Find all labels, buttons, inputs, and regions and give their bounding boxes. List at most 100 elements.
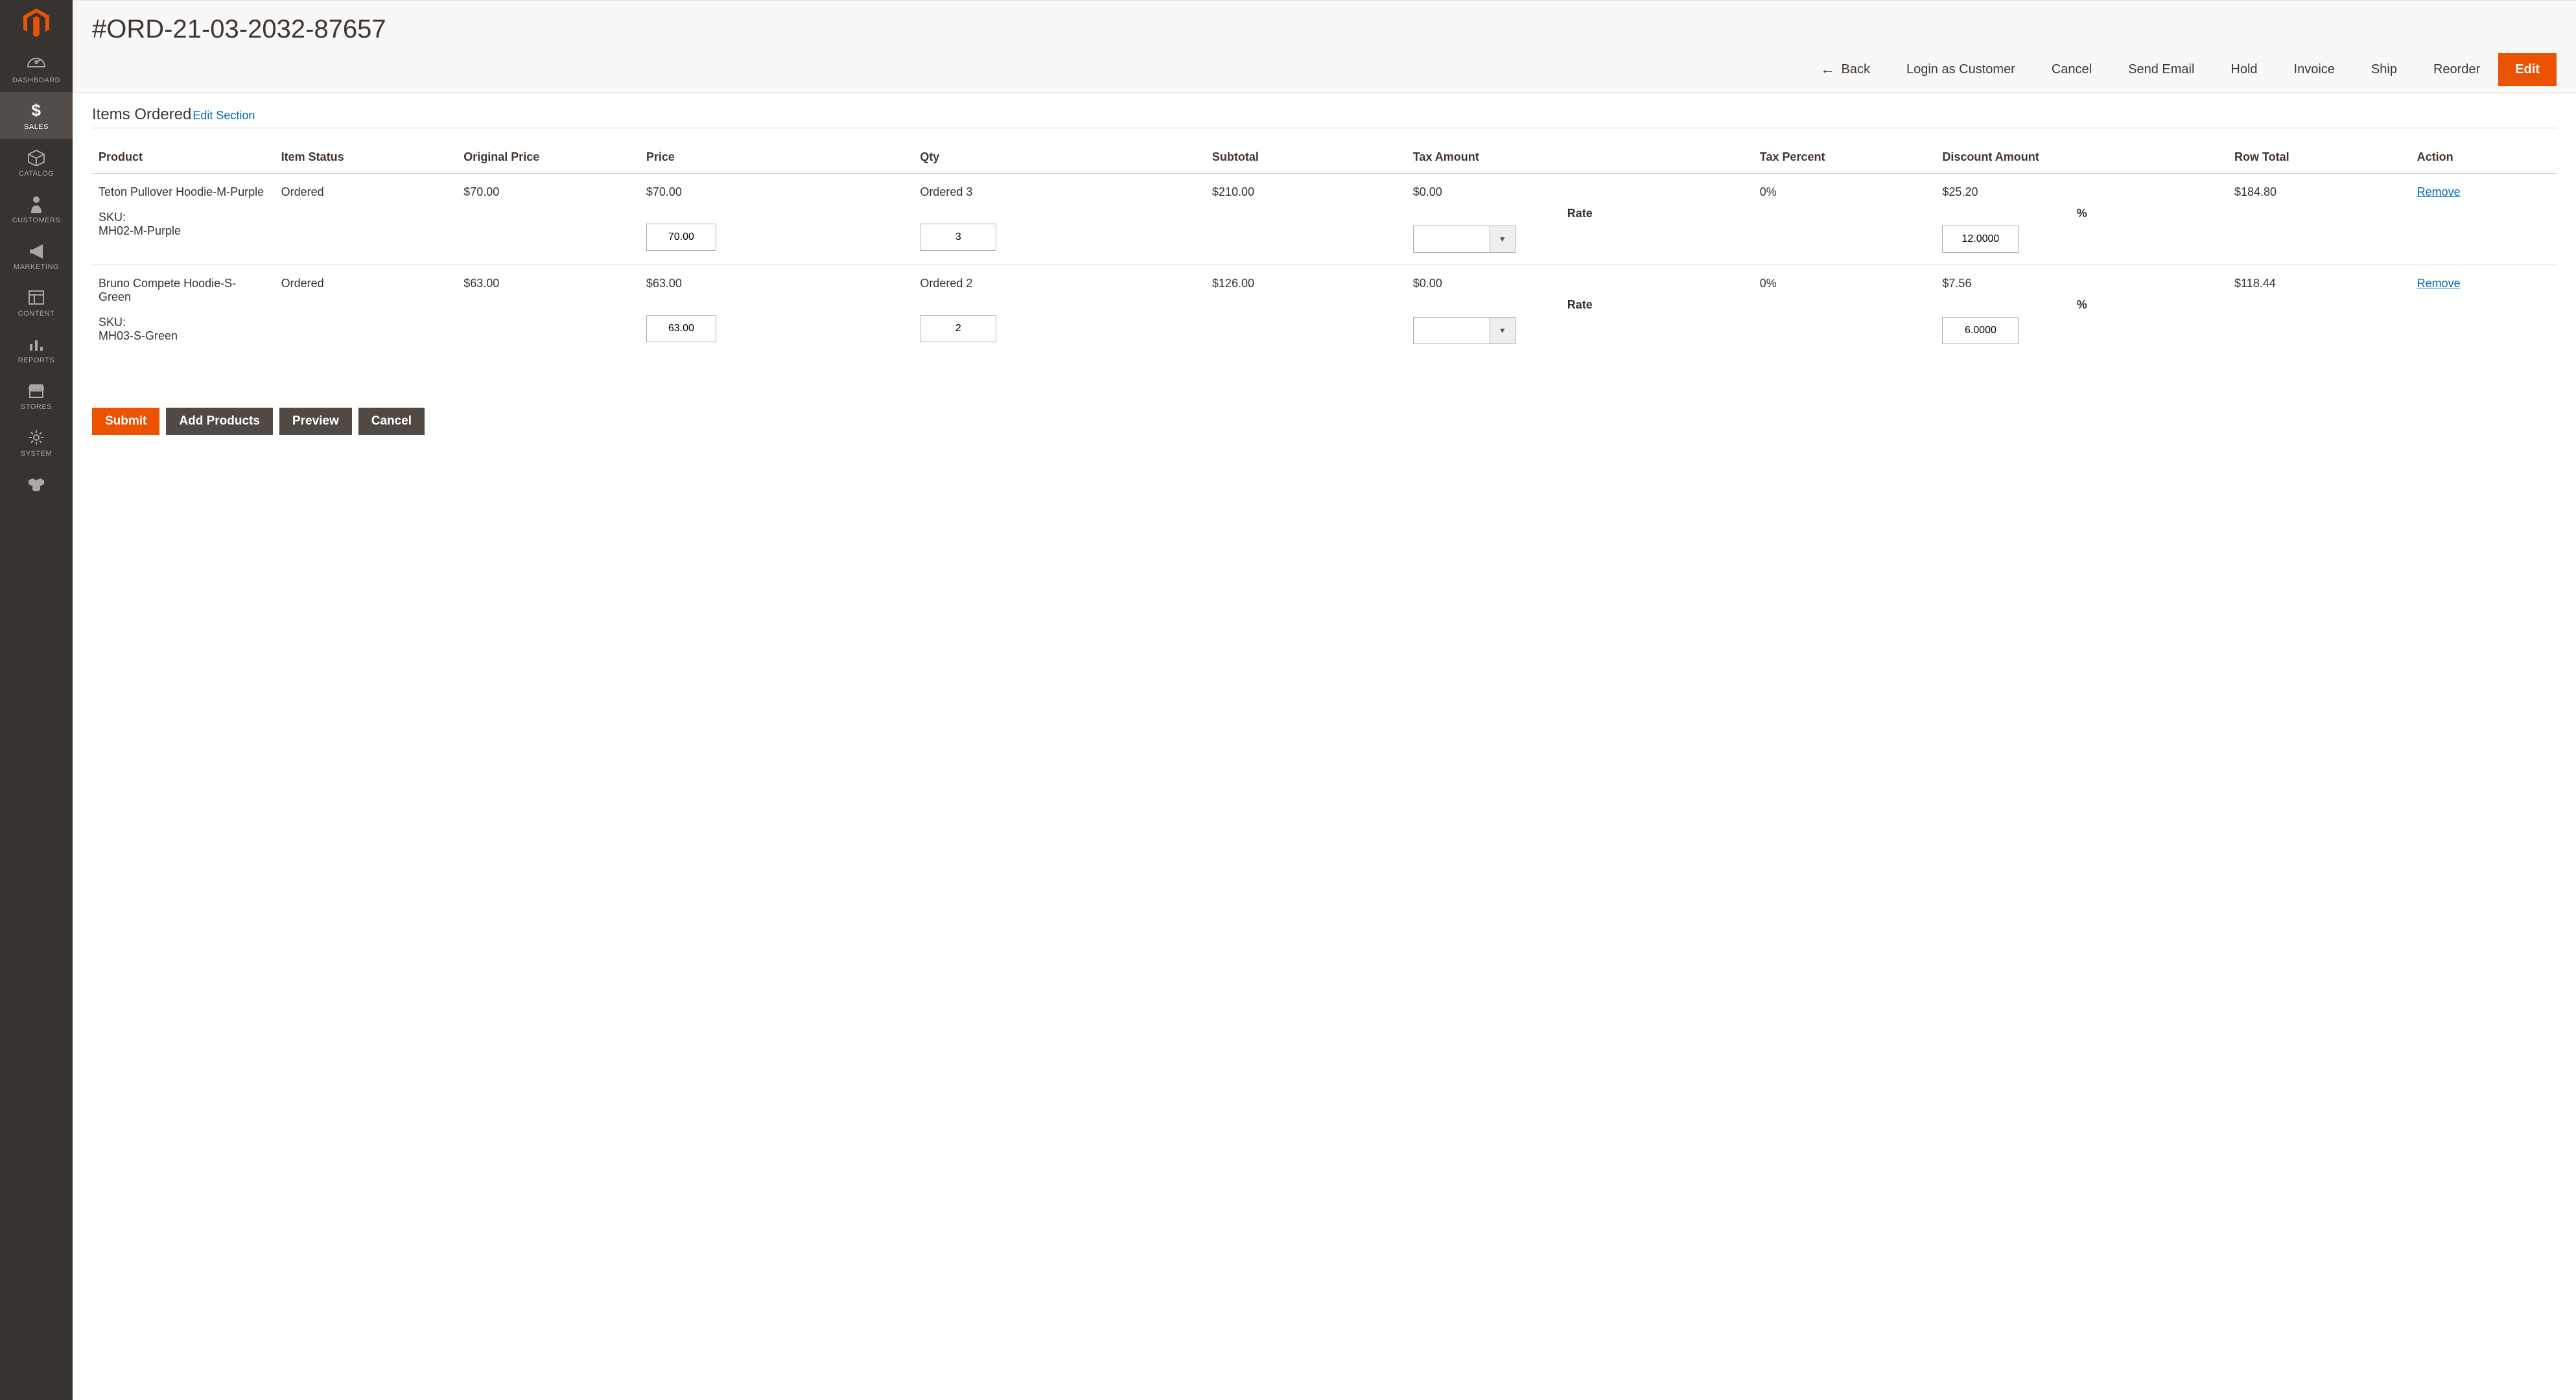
col-action: Action — [2411, 134, 2557, 174]
discount-percent-input[interactable] — [1942, 317, 2019, 344]
hold-button[interactable]: Hold — [2212, 52, 2275, 88]
sidebar-item-label: CATALOG — [19, 170, 54, 178]
sidebar-item-sales[interactable]: $ SALES — [0, 92, 73, 139]
sidebar-item-marketing[interactable]: MARKETING — [0, 232, 73, 279]
original-price: $63.00 — [457, 265, 640, 356]
sidebar-item-system[interactable]: SYSTEM — [0, 419, 73, 465]
sidebar: DASHBOARD $ SALES CATALOG CUSTOMERS MARK… — [0, 0, 73, 1400]
person-icon — [30, 194, 43, 214]
preview-button[interactable]: Preview — [279, 408, 352, 435]
qty-input[interactable] — [920, 224, 996, 251]
chevron-down-icon[interactable]: ▼ — [1490, 226, 1516, 253]
blocks-icon — [27, 474, 45, 494]
toolbar: ← Back Login as Customer Cancel Send Ema… — [92, 51, 2557, 92]
col-tax-amount: Tax Amount — [1407, 134, 1753, 174]
rate-label: Rate — [1413, 298, 1747, 312]
magento-logo[interactable] — [0, 0, 73, 45]
price-input[interactable] — [646, 315, 716, 342]
page-title: #ORD-21-03-2032-87657 — [92, 1, 2557, 51]
subtotal: $126.00 — [1206, 265, 1407, 356]
svg-text:$: $ — [32, 102, 41, 120]
tax-rate-value — [1413, 317, 1490, 344]
discount-percent-input[interactable] — [1942, 226, 2019, 253]
login-as-customer-button[interactable]: Login as Customer — [1888, 52, 2033, 88]
chevron-down-icon[interactable]: ▼ — [1490, 317, 1516, 344]
item-status: Ordered — [275, 265, 458, 356]
table-row: Teton Pullover Hoodie-M-Purple SKU: MH02… — [92, 174, 2557, 265]
col-item-status: Item Status — [275, 134, 458, 174]
tax-percent: 0% — [1753, 174, 1936, 265]
tax-percent: 0% — [1753, 265, 1936, 356]
discount-amount: $7.56 — [1942, 277, 2221, 290]
edit-button[interactable]: Edit — [2498, 53, 2557, 86]
ship-button[interactable]: Ship — [2353, 52, 2415, 88]
back-button[interactable]: ← Back — [1803, 51, 1888, 88]
sidebar-item-label: MARKETING — [14, 263, 59, 271]
sidebar-item-reports[interactable]: REPORTS — [0, 325, 73, 372]
edit-section-link[interactable]: Edit Section — [193, 109, 255, 122]
price-text: $70.00 — [646, 185, 907, 199]
product-name: Teton Pullover Hoodie-M-Purple — [99, 185, 268, 199]
cancel-edit-button[interactable]: Cancel — [358, 408, 425, 435]
box-icon — [27, 148, 45, 167]
page-header: #ORD-21-03-2032-87657 ← Back Login as Cu… — [73, 0, 2576, 93]
add-products-button[interactable]: Add Products — [166, 408, 273, 435]
col-price: Price — [640, 134, 913, 174]
layout-icon — [28, 288, 45, 307]
sidebar-item-catalog[interactable]: CATALOG — [0, 139, 73, 185]
dashboard-icon — [27, 54, 46, 74]
tax-rate-select[interactable]: ▼ — [1413, 226, 1747, 253]
cancel-button[interactable]: Cancel — [2033, 52, 2110, 88]
table-row: Bruno Compete Hoodie-S-Green SKU: MH03-S… — [92, 265, 2557, 356]
row-total: $118.44 — [2228, 265, 2411, 356]
sidebar-item-label: STORES — [21, 403, 52, 411]
invoice-button[interactable]: Invoice — [2276, 52, 2353, 88]
col-original-price: Original Price — [457, 134, 640, 174]
tax-amount: $0.00 — [1413, 185, 1747, 199]
reorder-button[interactable]: Reorder — [2415, 52, 2498, 88]
sidebar-item-stores[interactable]: STORES — [0, 372, 73, 419]
remove-link[interactable]: Remove — [2417, 185, 2461, 198]
original-price: $70.00 — [457, 174, 640, 265]
arrow-left-icon: ← — [1821, 61, 1835, 78]
sidebar-item-label: REPORTS — [18, 356, 54, 364]
send-email-button[interactable]: Send Email — [2110, 52, 2212, 88]
price-input[interactable] — [646, 224, 716, 251]
sku-label: SKU: — [99, 316, 268, 329]
gear-icon — [28, 428, 45, 447]
col-product: Product — [92, 134, 275, 174]
qty-text: Ordered 2 — [920, 277, 1199, 290]
storefront-icon — [27, 381, 45, 401]
price-text: $63.00 — [646, 277, 907, 290]
tax-amount: $0.00 — [1413, 277, 1747, 290]
sidebar-item-label: CUSTOMERS — [12, 216, 61, 224]
sku-value: MH02-M-Purple — [99, 224, 268, 238]
qty-input[interactable] — [920, 315, 996, 342]
subtotal: $210.00 — [1206, 174, 1407, 265]
row-total: $184.80 — [2228, 174, 2411, 265]
sidebar-item-dashboard[interactable]: DASHBOARD — [0, 45, 73, 92]
submit-button[interactable]: Submit — [92, 408, 159, 435]
tax-rate-select[interactable]: ▼ — [1413, 317, 1747, 344]
qty-text: Ordered 3 — [920, 185, 1199, 199]
sidebar-item-extensions[interactable] — [0, 465, 73, 504]
remove-link[interactable]: Remove — [2417, 277, 2461, 290]
sku-label: SKU: — [99, 211, 268, 224]
item-status: Ordered — [275, 174, 458, 265]
percent-label: % — [1942, 298, 2221, 312]
sidebar-item-label: SALES — [24, 123, 49, 131]
sidebar-item-label: DASHBOARD — [12, 76, 60, 84]
discount-amount: $25.20 — [1942, 185, 2221, 199]
product-name: Bruno Compete Hoodie-S-Green — [99, 277, 268, 304]
col-discount-amount: Discount Amount — [1936, 134, 2228, 174]
sidebar-item-content[interactable]: CONTENT — [0, 279, 73, 325]
back-label: Back — [1842, 62, 1870, 77]
bars-icon — [28, 334, 45, 354]
megaphone-icon — [27, 241, 45, 261]
sidebar-item-customers[interactable]: CUSTOMERS — [0, 185, 73, 232]
sku-value: MH03-S-Green — [99, 329, 268, 343]
col-tax-percent: Tax Percent — [1753, 134, 1936, 174]
col-row-total: Row Total — [2228, 134, 2411, 174]
items-table: Product Item Status Original Price Price… — [92, 134, 2557, 356]
tax-rate-value — [1413, 226, 1490, 253]
